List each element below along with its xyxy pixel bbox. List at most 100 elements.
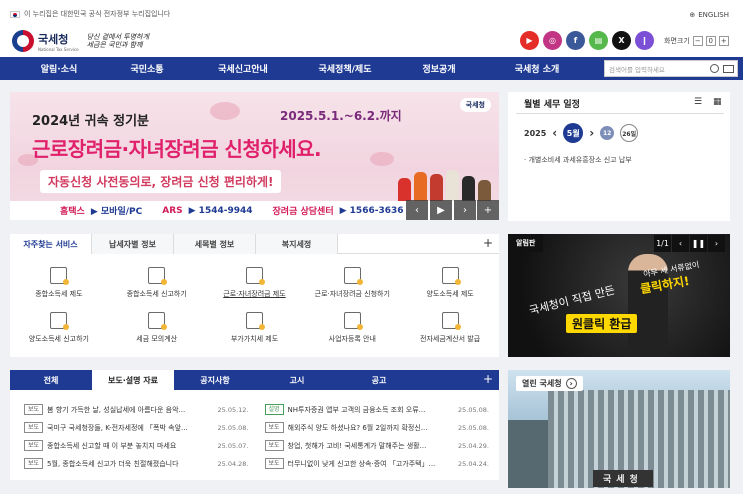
service-label: 종합소득세 제도 (35, 289, 83, 298)
nav-tax-filing[interactable]: 국세신고안내 (191, 62, 295, 75)
service-label: 세금 모의계산 (136, 335, 178, 344)
service-item[interactable]: 양도소득세 제도 (401, 260, 499, 306)
banner-logo: 국세청 (459, 98, 491, 112)
news-tabs: 전체 보도·설명 자료 공지사항 고시 공고 + (10, 370, 499, 390)
services-more-icon[interactable]: + (483, 236, 493, 250)
facebook-icon[interactable]: f (566, 31, 585, 50)
tab-taxpayer-info[interactable]: 납세자별 정보 (92, 234, 174, 254)
calendar-day-12[interactable]: 12 (600, 126, 615, 140)
search-icon[interactable] (710, 64, 719, 73)
news-row[interactable]: 보도 창업, 첫해가 고비! 국세통계가 말해주는 생활... 25.04.29. (264, 439, 489, 452)
notice-board[interactable]: 알림판 1/1 ‹ ❚❚ › 아무 세 서류없이 클릭하지! 국세청이 직접 만… (508, 234, 730, 357)
service-icon (245, 266, 265, 285)
tab-press[interactable]: 보도·설명 자료 (92, 370, 174, 390)
banner-next-button[interactable]: › (454, 200, 476, 220)
service-label: 양도소득세 신고하기 (28, 335, 89, 344)
main-banner[interactable]: 2024년 귀속 정기분 2025.5.1.~6.2.까지 근로장려금·자녀장려… (10, 92, 499, 220)
gov-notice[interactable]: 이 누리집은 대한민국 공식 전자정부 누리집입니다 (10, 9, 170, 19)
arrow-right-icon: › (565, 378, 577, 389)
notice-board-prev-button[interactable]: ‹ (672, 235, 689, 252)
news-row[interactable]: 보도 해외주식 양도 하셨나요? 6월 2일까지 확정신... 25.05.08. (264, 421, 489, 434)
notice-board-next-button[interactable]: › (708, 235, 725, 252)
calendar-month[interactable]: 5월 (563, 123, 584, 143)
service-item[interactable]: 전자세금계산서 발급 (401, 306, 499, 352)
service-label: 종합소득세 신고하기 (126, 289, 187, 298)
news-title[interactable]: 종합소득세 신고할 때 이 부분 놓치지 마세요 (47, 441, 213, 451)
calendar-day-26[interactable]: 26일 (620, 124, 639, 142)
search-input[interactable]: 검색어를 입력하세요 (609, 64, 665, 74)
open-nts-panel[interactable]: 국세청 열린 국세청 › (508, 370, 730, 488)
ad-line4: 원클릭 환급 (566, 314, 638, 333)
service-item[interactable]: 양도소득세 신고하기 (10, 306, 108, 352)
nav-tax-policy[interactable]: 국세정책/제도 (295, 62, 395, 75)
service-item[interactable]: 근로·자녀장려금 제도 (206, 260, 304, 306)
list-view-icon[interactable]: ☰ (694, 97, 702, 107)
news-row[interactable]: 보도 국미구 국세청장들, K-전자세정에 「폭박 속앞... 25.05.08. (24, 421, 249, 434)
font-minus-button[interactable]: − (692, 36, 703, 46)
service-item[interactable]: 종합소득세 신고하기 (108, 260, 206, 306)
service-tabs: 자주찾는 서비스 납세자별 정보 세목별 정보 복지세정 + (10, 234, 499, 254)
service-item[interactable]: 근로·자녀장려금 신청하기 (303, 260, 401, 306)
news-row[interactable]: 보도 터무니없이 낮게 신고한 상속·증여 「고가주택」... 25.04.24. (264, 457, 489, 470)
news-row[interactable]: 설명 NH투자증권 앱부 고객의 금융소득 조회 오류... 25.05.08. (264, 403, 489, 416)
open-nts-tag[interactable]: 열린 국세청 › (516, 376, 583, 391)
nav-about[interactable]: 국세청 소개 (483, 62, 591, 75)
nts-logo-icon (12, 30, 34, 52)
blog-icon[interactable]: ▤ (589, 31, 608, 50)
service-item[interactable]: 종합소득세 제도 (10, 260, 108, 306)
banner-play-button[interactable]: ▶ (430, 200, 452, 220)
youtube-icon[interactable]: ▶ (520, 31, 539, 50)
news-row[interactable]: 보도 봄 향기 가득한 날, 성실납세에 아름다운 음악... 25.05.12. (24, 403, 249, 416)
notice-board-pause-button[interactable]: ❚❚ (690, 235, 707, 252)
keyboard-icon[interactable] (723, 65, 734, 73)
news-date: 25.05.08. (217, 423, 249, 432)
news-title[interactable]: 터무니없이 낮게 신고한 상속·증여 「고가주택」... (288, 459, 454, 469)
font-reset-button[interactable]: 0 (705, 36, 716, 46)
calendar-next-button[interactable]: › (589, 126, 594, 140)
news-row[interactable]: 보도 종합소득세 신고할 때 이 부분 놓치지 마세요 25.05.07. (24, 439, 249, 452)
news-row[interactable]: 보도 5월, 종합소득세 신고가 더욱 친절해졌습니다 25.04.28. (24, 457, 249, 470)
service-label: 양도소득세 제도 (426, 289, 474, 298)
nav-news[interactable]: 알림·소식 (15, 62, 103, 75)
font-plus-button[interactable]: + (718, 36, 729, 46)
service-item[interactable]: 부가가치세 제도 (206, 306, 304, 352)
english-link[interactable]: ⊕ ENGLISH (689, 11, 729, 19)
news-title[interactable]: 5월, 종합소득세 신고가 더욱 친절해졌습니다 (47, 459, 213, 469)
banner-more-button[interactable]: + (477, 200, 499, 220)
petal-decoration (370, 152, 394, 166)
news-title[interactable]: 봄 향기 가득한 날, 성실납세에 아름다운 음악... (47, 405, 213, 415)
calendar-prev-button[interactable]: ‹ (552, 126, 557, 140)
people-illustration (398, 168, 493, 204)
search-box[interactable]: 검색어를 입력하세요 (604, 60, 738, 77)
x-icon[interactable]: X (612, 31, 631, 50)
tab-frequent-services[interactable]: 자주찾는 서비스 (10, 234, 92, 254)
banner-prev-button[interactable]: ‹ (406, 200, 428, 220)
tab-tax-item-info[interactable]: 세목별 정보 (174, 234, 256, 254)
chat-icon[interactable]: ❙ (635, 31, 654, 50)
instagram-icon[interactable]: ◎ (543, 31, 562, 50)
news-date: 25.05.07. (217, 441, 249, 450)
service-item[interactable]: 세금 모의계산 (108, 306, 206, 352)
nav-communication[interactable]: 국민소통 (103, 62, 191, 75)
tab-welfare-tax[interactable]: 복지세정 (256, 234, 338, 254)
service-item[interactable]: 사업자등록 안내 (303, 306, 401, 352)
service-label: 부가가치세 제도 (230, 335, 279, 344)
calendar-view-icon[interactable]: ▦ (713, 97, 722, 107)
tab-notices[interactable]: 공지사항 (174, 370, 256, 390)
news-more-icon[interactable]: + (483, 372, 493, 386)
tab-announcements[interactable]: 고시 (256, 370, 338, 390)
banner-subline: 자동신청 사전동의로, 장려금 신청 편리하게! (40, 170, 282, 193)
nav-disclosure[interactable]: 정보공개 (395, 62, 483, 75)
calendar-item[interactable]: · 개별소비세 과세유흥장소 신고 납부 (524, 155, 632, 165)
news-title[interactable]: 국미구 국세청장들, K-전자세정에 「폭박 속앞... (47, 423, 213, 433)
tab-all[interactable]: 전체 (10, 370, 92, 390)
font-size-control: 화면크기 −0 + (664, 36, 729, 46)
news-title[interactable]: 해외주식 양도 하셨나요? 6월 2일까지 확정신... (288, 423, 454, 433)
site-logo[interactable]: 국세청 National Tax Service 당신 곁에서 투명하게 세금은 국… (12, 30, 149, 52)
notice-board-controls: 1/1 ‹ ❚❚ › (654, 235, 725, 252)
service-icon (50, 266, 70, 285)
news-title[interactable]: 창업, 첫해가 고비! 국세통계가 말해주는 생활... (288, 441, 454, 451)
tab-public-notices[interactable]: 공고 (338, 370, 420, 390)
news-title[interactable]: NH투자증권 앱부 고객의 금융소득 조회 오류... (288, 405, 454, 415)
news-date: 25.04.28. (217, 459, 249, 468)
